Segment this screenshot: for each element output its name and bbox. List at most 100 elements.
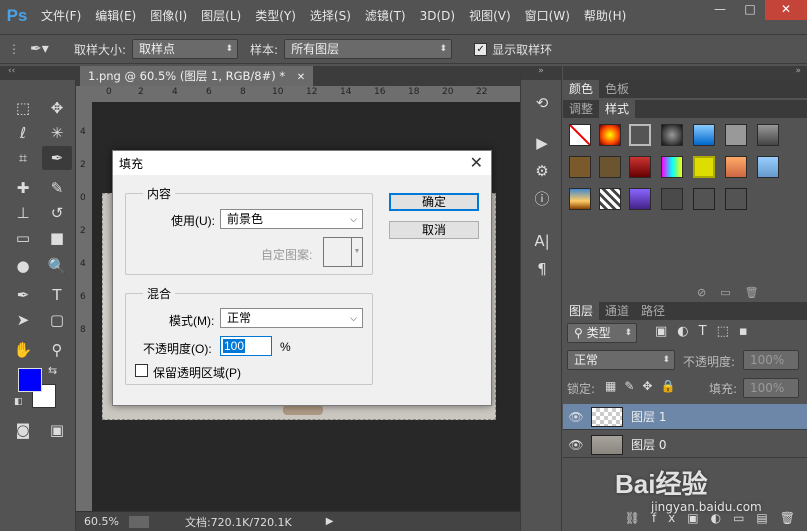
panel-collapse-icon[interactable]: » [563,66,807,80]
cancel-button[interactable]: 取消 [389,221,479,239]
crop-tool-icon[interactable]: ⌗ [8,146,38,170]
style-swatch[interactable] [569,188,591,210]
blur-tool-icon[interactable]: ● [8,254,38,278]
eyedropper-tool-icon[interactable]: ✒ [42,146,72,170]
style-swatch[interactable] [725,124,747,146]
style-swatch[interactable] [693,124,715,146]
default-colors-icon[interactable]: ◧ [14,397,23,407]
tab-channels[interactable]: 通道 [599,302,635,320]
collapse-icon[interactable]: ‹‹ [0,66,76,80]
tab-styles[interactable]: 样式 [599,100,636,118]
menu-3d[interactable]: 3D(D) [413,0,462,32]
healing-brush-tool-icon[interactable]: ✚ [8,176,38,200]
magic-wand-tool-icon[interactable]: ✳ [42,121,72,145]
menu-filter[interactable]: 滤镜(T) [358,0,413,32]
mode-select[interactable]: 正常 ⌵ [220,308,363,328]
style-swatch[interactable] [629,124,651,146]
menu-select[interactable]: 选择(S) [303,0,358,32]
sample-select[interactable]: 所有图层 ⬍ [284,39,453,59]
layer-filter-icons[interactable]: ▣◐T⬚▪ [655,324,758,339]
style-swatch[interactable] [599,124,621,146]
layer-filter-select[interactable]: ⚲ 类型 ⬍ [567,323,637,343]
use-select[interactable]: 前景色 ⌵ [220,209,363,229]
fill-input[interactable]: 100% [743,378,799,398]
character-panel-icon[interactable]: A| [529,230,555,252]
eye-icon[interactable]: 👁 [563,410,589,424]
rectangle-tool-icon[interactable]: ▢ [42,308,72,332]
close-button[interactable]: ✕ [765,0,807,20]
dodge-tool-icon[interactable]: 🔍 [42,254,72,278]
style-swatch[interactable] [629,156,651,178]
status-menu-arrow-icon[interactable]: ▶ [326,516,334,527]
swap-colors-icon[interactable]: ⇆ [48,364,57,377]
style-swatch[interactable] [661,188,683,210]
show-ring-checkbox[interactable]: ✓ [474,42,488,56]
zoom-level[interactable]: 60.5% [84,515,119,528]
history-panel-icon[interactable]: ⟲ [529,92,555,114]
style-swatch[interactable] [661,156,683,178]
screen-mode-icon[interactable]: ▣ [42,418,72,442]
style-swatch[interactable] [757,124,779,146]
move-tool-icon[interactable]: ✥ [42,96,72,120]
menu-edit[interactable]: 编辑(E) [88,0,143,32]
ok-button[interactable]: 确定 [389,193,479,211]
clone-stamp-tool-icon[interactable]: ⊥ [8,201,38,225]
tab-color[interactable]: 颜色 [563,80,600,98]
style-swatch[interactable] [599,188,621,210]
style-swatch[interactable] [757,156,779,178]
paragraph-panel-icon[interactable]: ¶ [529,258,555,280]
quick-mask-icon[interactable]: ◙ [8,418,38,442]
zoom-tool-icon[interactable]: ⚲ [42,338,72,362]
style-swatch[interactable] [725,188,747,210]
style-swatch[interactable] [599,156,621,178]
marquee-tool-icon[interactable]: ⬚ [8,96,38,120]
expand-icon[interactable]: » [521,66,561,80]
layer-row[interactable]: 👁 图层 1 [563,404,807,430]
pattern-picker[interactable]: ▼ [323,237,363,267]
gradient-tool-icon[interactable]: ■ [42,226,72,250]
brush-tool-icon[interactable]: ✎ [42,176,72,200]
preserve-transparency-checkbox[interactable] [135,364,148,377]
path-selection-tool-icon[interactable]: ➤ [8,308,38,332]
maximize-button[interactable]: □ [735,0,765,20]
menu-image[interactable]: 图像(I) [143,0,194,32]
menu-file[interactable]: 文件(F) [34,0,88,32]
actions-panel-icon[interactable]: ▶ [529,132,555,154]
menu-window[interactable]: 窗口(W) [518,0,577,32]
lock-icons[interactable]: ▦✎✥🔒 [605,379,683,393]
blend-mode-select[interactable]: 正常 ⬍ [567,350,675,370]
style-swatch[interactable] [629,188,651,210]
pen-tool-icon[interactable]: ✒ [8,283,38,307]
eyedropper-preset-icon[interactable]: ✒▾ [30,41,60,57]
style-none[interactable] [569,124,591,146]
eye-icon[interactable]: 👁 [563,438,589,452]
close-tab-icon[interactable]: ✕ [297,72,305,83]
style-swatch[interactable] [725,156,747,178]
eraser-tool-icon[interactable]: ▭ [8,226,38,250]
history-brush-tool-icon[interactable]: ↺ [42,201,72,225]
layers-footer-icons[interactable]: ⛓fx▣◐▭▤🗑 [593,511,807,531]
type-tool-icon[interactable]: T [42,283,72,307]
styles-footer-icons[interactable]: ⊘▭🗑 [697,286,773,299]
style-swatch[interactable] [693,156,715,178]
tab-swatches[interactable]: 色板 [599,80,635,98]
tab-adjustments[interactable]: 调整 [563,100,599,118]
tab-paths[interactable]: 路径 [635,302,671,320]
menu-view[interactable]: 视图(V) [462,0,518,32]
opacity-field[interactable]: 100 [220,336,272,356]
opacity-input[interactable]: 100% [743,350,799,370]
tab-layers[interactable]: 图层 [563,302,600,320]
info-panel-icon[interactable]: ⓘ [529,188,555,210]
document-tab[interactable]: 1.png @ 60.5% (图层 1, RGB/8#) * ✕ [80,66,314,86]
sample-size-select[interactable]: 取样点 ⬍ [132,39,239,59]
layer-row[interactable]: 👁 图层 0 [563,432,807,458]
menu-type[interactable]: 类型(Y) [248,0,303,32]
hand-tool-icon[interactable]: ✋ [8,338,38,362]
menu-help[interactable]: 帮助(H) [577,0,633,32]
menu-layer[interactable]: 图层(L) [194,0,248,32]
foreground-color-swatch[interactable] [18,368,42,392]
minimize-button[interactable]: — [705,0,735,20]
style-swatch[interactable] [569,156,591,178]
lasso-tool-icon[interactable]: ℓ [8,121,38,145]
dialog-close-icon[interactable]: ✕ [470,153,483,173]
